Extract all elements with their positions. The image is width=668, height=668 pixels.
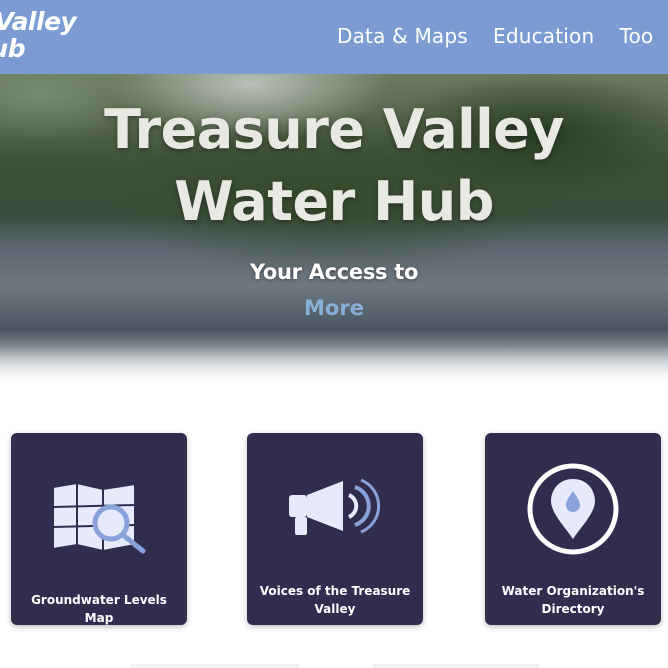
- card-groundwater-levels-map[interactable]: Groundwater Levels Map: [11, 433, 187, 625]
- top-nav: e Valley Hub Data & Maps Education Too: [0, 0, 668, 74]
- site-logo[interactable]: e Valley Hub: [0, 7, 77, 63]
- hero-title-line-2: Water Hub: [174, 170, 494, 233]
- megaphone-icon: [289, 478, 381, 535]
- location-pin-icon: [527, 463, 619, 555]
- nav-link-data-maps[interactable]: Data & Maps: [337, 24, 468, 48]
- hero-title-line-1: Treasure Valley: [104, 98, 564, 161]
- hero-banner: Treasure Valley Water Hub Your Access to…: [0, 74, 668, 386]
- card-voices-of-treasure-valley[interactable]: Voices of the Treasure Valley: [247, 433, 423, 625]
- brand-line-1: e Valley: [0, 7, 77, 36]
- map-search-icon: [52, 481, 146, 554]
- brand-line-2: Hub: [0, 34, 26, 63]
- card-label: Water Organization's Directory: [501, 584, 645, 616]
- next-row-hint: [130, 664, 300, 668]
- nav-link-education[interactable]: Education: [493, 24, 594, 48]
- card-water-organizations-directory[interactable]: Water Organization's Directory: [485, 433, 661, 625]
- hero-rotating-word: More: [0, 296, 668, 320]
- card-label: Voices of the Treasure Valley: [259, 584, 411, 616]
- card-label: Groundwater Levels Map: [31, 593, 167, 625]
- hero-subtitle: Your Access to: [249, 260, 419, 284]
- next-row-hint: [372, 664, 540, 668]
- nav-links: Data & Maps Education Too: [337, 24, 668, 48]
- hero-title: Treasure Valley Water Hub: [0, 94, 668, 238]
- nav-link-tools[interactable]: Too: [619, 24, 653, 48]
